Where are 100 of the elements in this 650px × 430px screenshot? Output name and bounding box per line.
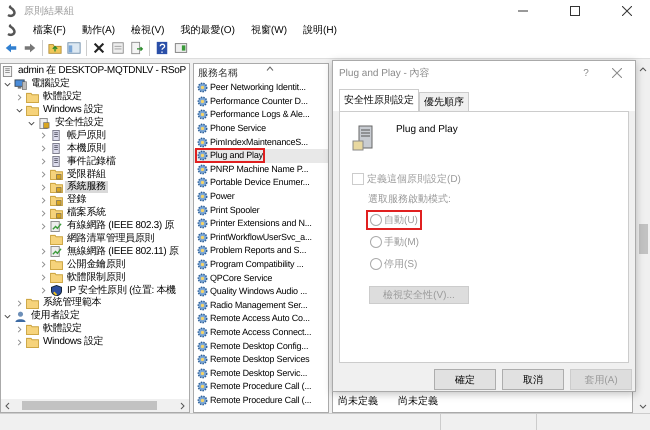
service-row[interactable]: Remote Access Connect... bbox=[194, 326, 328, 340]
tab[interactable]: 優先順序 bbox=[419, 92, 469, 111]
close-icon[interactable] bbox=[622, 6, 632, 16]
radio-button[interactable] bbox=[370, 214, 382, 226]
tree-item[interactable]: Windows 設定 bbox=[41, 104, 106, 116]
folder-icon bbox=[26, 298, 39, 309]
tree-item[interactable]: Windows 設定 bbox=[41, 336, 106, 348]
help-button[interactable]: ? bbox=[573, 66, 599, 80]
column-header[interactable]: 服務名稱 bbox=[198, 66, 238, 80]
tree-item[interactable]: 軟體限制原則 bbox=[65, 272, 128, 284]
tab[interactable]: 安全性原則設定 bbox=[339, 89, 419, 111]
tree-item[interactable]: 公開金鑰原則 bbox=[65, 258, 128, 271]
expand-chevron-icon[interactable] bbox=[15, 298, 24, 308]
expand-chevron-icon[interactable] bbox=[39, 157, 48, 166]
export-list-icon[interactable] bbox=[130, 41, 144, 55]
table-cell-text: 尚未定義 bbox=[338, 394, 378, 408]
back-arrow-icon[interactable] bbox=[4, 41, 18, 55]
tree-item[interactable]: 無線網路 (IEEE 802.11) 原 bbox=[65, 246, 181, 258]
help-icon[interactable] bbox=[155, 41, 169, 55]
tree-item[interactable]: 軟體設定 bbox=[41, 91, 84, 104]
service-row[interactable]: Peer Networking Identit... bbox=[194, 81, 328, 95]
service-name: Remote Procedure Call (... bbox=[210, 394, 312, 406]
window-pane-icon[interactable] bbox=[174, 41, 188, 55]
tree-item[interactable]: 受限群組 bbox=[65, 168, 108, 181]
service-row[interactable]: Remote Access Auto Co... bbox=[194, 312, 328, 326]
tree-item[interactable]: 網路清單管理員原則 bbox=[65, 233, 156, 246]
console-tree-icon[interactable] bbox=[67, 41, 81, 55]
expand-chevron-icon[interactable] bbox=[15, 338, 24, 347]
menu-item[interactable]: 檢視(V) bbox=[130, 23, 166, 37]
tree-item[interactable]: 系統服務 bbox=[65, 181, 108, 194]
table-cell-text: 尚未定義 bbox=[398, 394, 438, 408]
delete-icon[interactable] bbox=[92, 41, 106, 55]
tree-item[interactable]: 帳戶原則 bbox=[65, 130, 108, 142]
service-row[interactable]: Program Compatibility ... bbox=[194, 258, 328, 272]
expand-chevron-icon[interactable] bbox=[39, 208, 48, 218]
expand-chevron-icon[interactable] bbox=[39, 222, 48, 231]
tree-item[interactable]: 軟體設定 bbox=[41, 323, 84, 336]
service-row[interactable]: Print Spooler bbox=[194, 203, 328, 217]
service-row[interactable]: Problem Reports and S... bbox=[194, 244, 328, 258]
expand-chevron-icon[interactable] bbox=[15, 92, 24, 102]
menu-item[interactable]: 說明(H) bbox=[302, 23, 338, 37]
dialog-button[interactable]: 確定 bbox=[434, 369, 496, 390]
tree-item[interactable]: 事件記錄檔 bbox=[65, 156, 118, 168]
expand-chevron-icon[interactable] bbox=[39, 247, 48, 256]
radio-button[interactable] bbox=[370, 236, 382, 248]
service-name: Remote Desktop Config... bbox=[210, 340, 308, 352]
service-gear-icon bbox=[197, 340, 208, 352]
expand-chevron-icon[interactable] bbox=[39, 286, 48, 296]
tree-item[interactable]: 系統管理範本 bbox=[41, 297, 104, 310]
service-row[interactable]: PNRP Machine Name P... bbox=[194, 162, 328, 176]
tree-item[interactable]: 登錄 bbox=[65, 194, 88, 206]
expand-chevron-icon[interactable] bbox=[39, 131, 48, 140]
service-row[interactable]: Performance Counter D... bbox=[194, 94, 328, 108]
maximize-icon[interactable] bbox=[570, 6, 580, 16]
tree-item[interactable]: 檔案系統 bbox=[65, 207, 108, 220]
service-row[interactable]: Quality Windows Audio ... bbox=[194, 284, 328, 298]
service-row[interactable]: Portable Device Enumer... bbox=[194, 176, 328, 190]
menu-item[interactable]: 檔案(F) bbox=[32, 23, 67, 37]
menu-item[interactable]: 我的最愛(O) bbox=[179, 23, 236, 37]
expand-chevron-icon[interactable] bbox=[39, 144, 48, 154]
tree-item[interactable]: 電腦設定 bbox=[29, 78, 72, 90]
service-row[interactable]: PimIndexMaintenanceS... bbox=[194, 135, 328, 149]
service-row[interactable]: QPCore Service bbox=[194, 271, 328, 285]
expand-chevron-icon[interactable] bbox=[39, 260, 48, 270]
service-row[interactable]: Phone Service bbox=[194, 122, 328, 136]
radio-button[interactable] bbox=[370, 258, 382, 270]
dialog-button[interactable]: 取消 bbox=[502, 369, 564, 390]
service-gear-icon bbox=[197, 164, 208, 175]
service-name: Performance Logs & Ale... bbox=[210, 109, 310, 120]
tree-item[interactable]: 安全性設定 bbox=[53, 117, 106, 129]
expand-chevron-icon[interactable] bbox=[39, 196, 48, 205]
service-row[interactable]: Printer Extensions and N... bbox=[194, 216, 328, 231]
folder-icon bbox=[26, 336, 39, 348]
tree-item[interactable]: 本機原則 bbox=[65, 142, 108, 155]
forward-arrow-icon[interactable] bbox=[23, 41, 37, 55]
scrollbar-thumb[interactable] bbox=[22, 401, 157, 410]
service-row[interactable]: Radio Management Ser... bbox=[194, 298, 328, 312]
service-row[interactable]: Remote Desktop Config... bbox=[194, 339, 328, 353]
service-row[interactable]: Performance Logs & Ale... bbox=[194, 108, 328, 122]
service-row[interactable]: Remote Desktop Services bbox=[194, 352, 328, 366]
tree-item[interactable]: IP 安全性原則 (位置: 本機 bbox=[65, 284, 178, 297]
service-name: PimIndexMaintenanceS... bbox=[210, 136, 308, 148]
tree-item[interactable]: 有線網路 (IEEE 802.3) 原 bbox=[65, 220, 176, 232]
tree-item[interactable]: admin 在 DESKTOP-MQTDNLV - RSoP bbox=[16, 65, 188, 78]
properties-icon[interactable] bbox=[111, 41, 125, 55]
expand-chevron-icon[interactable] bbox=[39, 273, 48, 282]
service-row[interactable]: Plug and Play bbox=[194, 148, 328, 163]
service-row[interactable]: PrintWorkflowUserSvc_a... bbox=[194, 230, 328, 244]
menu-item[interactable]: 視窗(W) bbox=[250, 23, 288, 37]
scrollbar-thumb[interactable] bbox=[638, 224, 648, 254]
service-row[interactable]: Remote Procedure Call (... bbox=[194, 380, 328, 394]
expand-chevron-icon[interactable] bbox=[39, 170, 48, 180]
up-folder-icon[interactable] bbox=[48, 41, 62, 55]
expand-chevron-icon[interactable] bbox=[39, 182, 48, 192]
expand-chevron-icon[interactable] bbox=[15, 324, 24, 334]
service-row[interactable]: Remote Procedure Call (... bbox=[194, 394, 328, 408]
service-row[interactable]: Remote Desktop Servic... bbox=[194, 366, 328, 380]
menu-item[interactable]: 動作(A) bbox=[80, 23, 116, 37]
tree-item[interactable]: 使用者設定 bbox=[29, 310, 82, 322]
service-row[interactable]: Power bbox=[194, 190, 328, 204]
